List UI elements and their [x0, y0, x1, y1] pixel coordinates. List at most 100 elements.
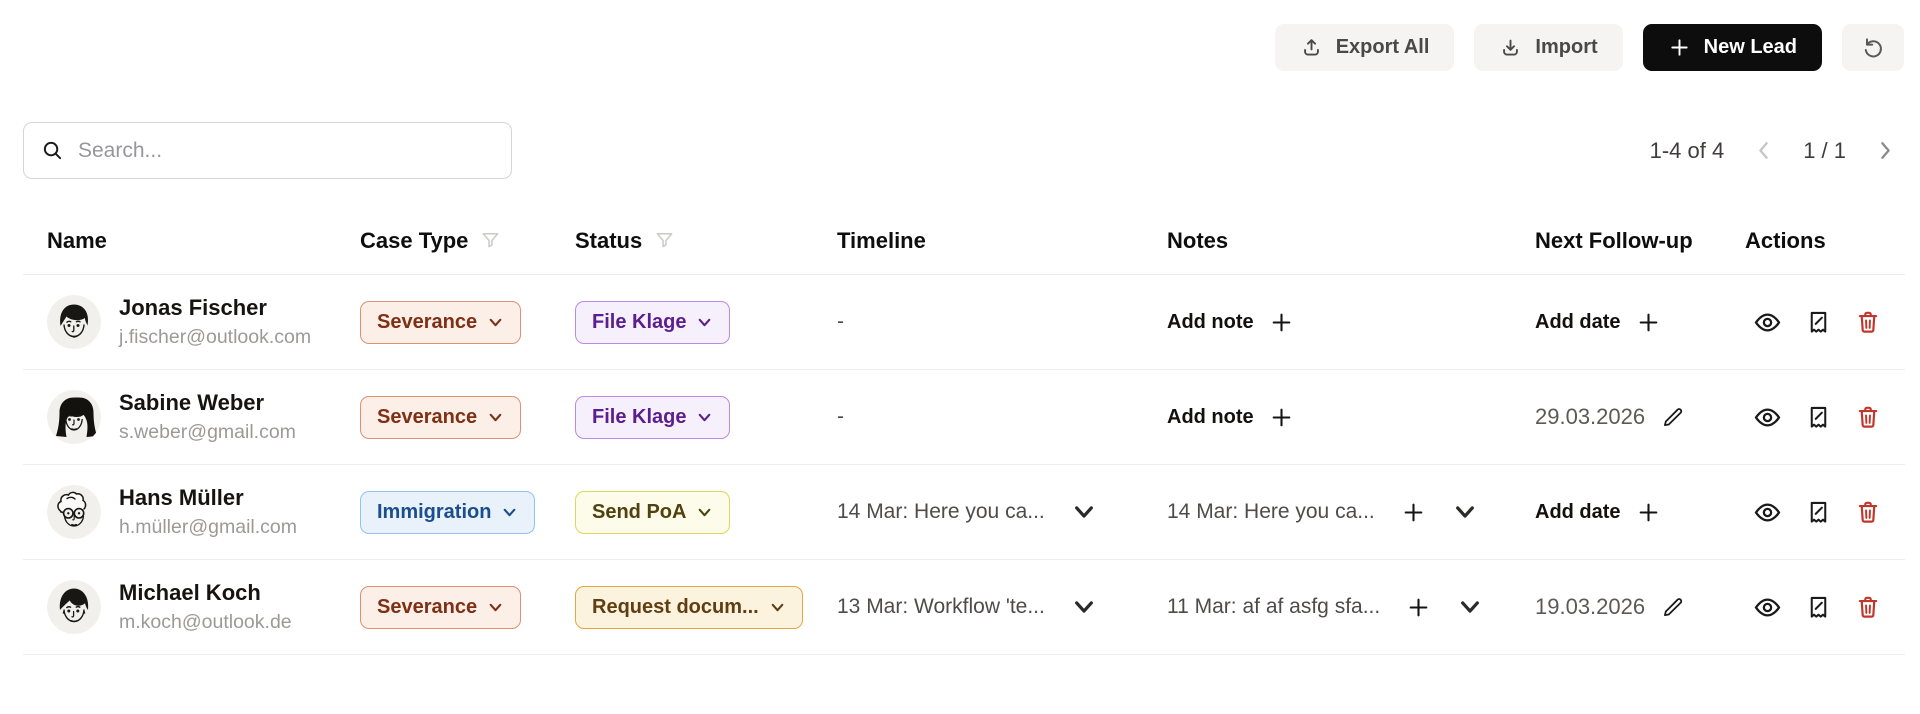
lead-name: Michael Koch — [119, 580, 261, 605]
actions-cell — [1745, 593, 1905, 622]
column-header-notes: Notes — [1167, 228, 1535, 254]
add-note-button[interactable] — [1406, 595, 1431, 620]
note-edit-icon — [1805, 404, 1832, 431]
plus-icon — [1636, 310, 1661, 335]
pencil-icon — [1660, 405, 1685, 430]
plus-icon — [1269, 310, 1294, 335]
edit-note-button[interactable] — [1805, 594, 1832, 621]
table-row: Hans Müller h.müller@gmail.com Immigrati… — [23, 465, 1905, 560]
refresh-icon — [1861, 36, 1885, 60]
expand-notes-button[interactable] — [1452, 499, 1478, 525]
case-type-label: Severance — [377, 405, 478, 428]
status-label: File Klage — [592, 405, 687, 428]
case-type-badge[interactable]: Severance — [360, 300, 522, 344]
filter-icon — [653, 229, 676, 252]
column-header-actions: Actions — [1745, 228, 1905, 254]
edit-note-button[interactable] — [1805, 404, 1832, 431]
status-badge[interactable]: Request docum... — [575, 585, 803, 629]
chevron-down-icon — [1071, 499, 1097, 525]
followup-date: 19.03.2026 — [1535, 594, 1646, 619]
case-type-filter-button[interactable] — [479, 229, 502, 252]
edit-date-button[interactable] — [1660, 405, 1685, 430]
timeline-text: 13 Mar: Workflow 'te... — [837, 595, 1045, 618]
chevron-right-icon — [1873, 138, 1898, 163]
status-badge[interactable]: File Klage — [575, 395, 731, 439]
next-page-button[interactable] — [1873, 138, 1898, 163]
edit-note-button[interactable] — [1805, 309, 1832, 336]
case-type-label: Immigration — [377, 500, 492, 523]
delete-button[interactable] — [1855, 499, 1881, 525]
delete-button[interactable] — [1855, 594, 1881, 620]
prev-page-button[interactable] — [1751, 138, 1776, 163]
eye-icon — [1753, 308, 1782, 337]
case-type-cell: Severance — [360, 585, 575, 629]
lead-name: Jonas Fischer — [119, 295, 267, 320]
delete-button[interactable] — [1855, 404, 1881, 430]
note-edit-icon — [1805, 594, 1832, 621]
export-all-button[interactable]: Export All — [1274, 24, 1455, 71]
view-button[interactable] — [1753, 593, 1782, 622]
status-badge[interactable]: Send PoA — [575, 490, 731, 534]
search-input[interactable] — [78, 138, 494, 163]
status-badge[interactable]: File Klage — [575, 300, 731, 344]
edit-note-button[interactable] — [1805, 499, 1832, 526]
new-lead-label: New Lead — [1703, 36, 1797, 58]
import-button[interactable]: Import — [1474, 24, 1623, 71]
lead-name-cell: Sabine Weber s.weber@gmail.com — [23, 390, 360, 444]
timeline-cell: 13 Mar: Workflow 'te... — [837, 594, 1167, 620]
chevron-down-icon — [769, 599, 786, 616]
view-button[interactable] — [1753, 403, 1782, 432]
timeline-cell: 14 Mar: Here you ca... — [837, 499, 1167, 525]
note-text: 14 Mar: Here you ca... — [1167, 500, 1375, 523]
followup-cell: Add date — [1535, 310, 1745, 335]
refresh-button[interactable] — [1842, 24, 1904, 71]
expand-timeline-button[interactable] — [1071, 594, 1097, 620]
timeline-text: 14 Mar: Here you ca... — [837, 500, 1045, 523]
pagination-range: 1-4 of 4 — [1649, 137, 1725, 163]
notes-cell: 14 Mar: Here you ca... — [1167, 499, 1535, 525]
view-button[interactable] — [1753, 308, 1782, 337]
note-edit-icon — [1805, 309, 1832, 336]
lead-email: s.weber@gmail.com — [119, 421, 296, 443]
avatar — [47, 580, 101, 634]
chevron-left-icon — [1751, 138, 1776, 163]
expand-notes-button[interactable] — [1457, 594, 1483, 620]
add-note-label: Add note — [1167, 405, 1254, 428]
lead-email: h.müller@gmail.com — [119, 516, 298, 538]
case-type-badge[interactable]: Severance — [360, 585, 522, 629]
case-type-badge[interactable]: Immigration — [360, 490, 536, 534]
add-date-label: Add date — [1535, 500, 1621, 523]
add-note-button[interactable] — [1401, 500, 1426, 525]
timeline-cell: - — [837, 405, 1167, 429]
status-filter-button[interactable] — [653, 229, 676, 252]
chevron-down-icon — [1452, 499, 1478, 525]
status-label: Request docum... — [592, 595, 759, 618]
case-type-badge[interactable]: Severance — [360, 395, 522, 439]
expand-timeline-button[interactable] — [1071, 499, 1097, 525]
eye-icon — [1753, 498, 1782, 527]
edit-date-button[interactable] — [1660, 595, 1685, 620]
trash-icon — [1855, 499, 1881, 525]
case-type-label: Severance — [377, 595, 478, 618]
view-button[interactable] — [1753, 498, 1782, 527]
case-type-cell: Immigration — [360, 490, 575, 534]
case-type-label: Severance — [377, 310, 478, 333]
add-date-button[interactable]: Add date — [1535, 500, 1661, 525]
add-date-button[interactable]: Add date — [1535, 310, 1661, 335]
add-note-button[interactable]: Add note — [1167, 310, 1294, 335]
status-label: Send PoA — [592, 500, 687, 523]
lead-name-cell: Michael Koch m.koch@outlook.de — [23, 580, 360, 634]
chevron-down-icon — [696, 504, 713, 521]
column-label: Notes — [1167, 227, 1229, 253]
import-label: Import — [1535, 36, 1598, 58]
actions-cell — [1745, 403, 1905, 432]
plus-icon — [1636, 500, 1661, 525]
search-icon — [41, 139, 64, 162]
add-note-button[interactable]: Add note — [1167, 405, 1294, 430]
followup-cell: Add date — [1535, 500, 1745, 525]
delete-button[interactable] — [1855, 309, 1881, 335]
new-lead-button[interactable]: New Lead — [1642, 24, 1822, 71]
column-label: Actions — [1745, 227, 1826, 253]
table-row: Michael Koch m.koch@outlook.de Severance… — [23, 560, 1905, 655]
leads-table: Name Case Type Status Timeline Notes Nex… — [23, 207, 1905, 655]
